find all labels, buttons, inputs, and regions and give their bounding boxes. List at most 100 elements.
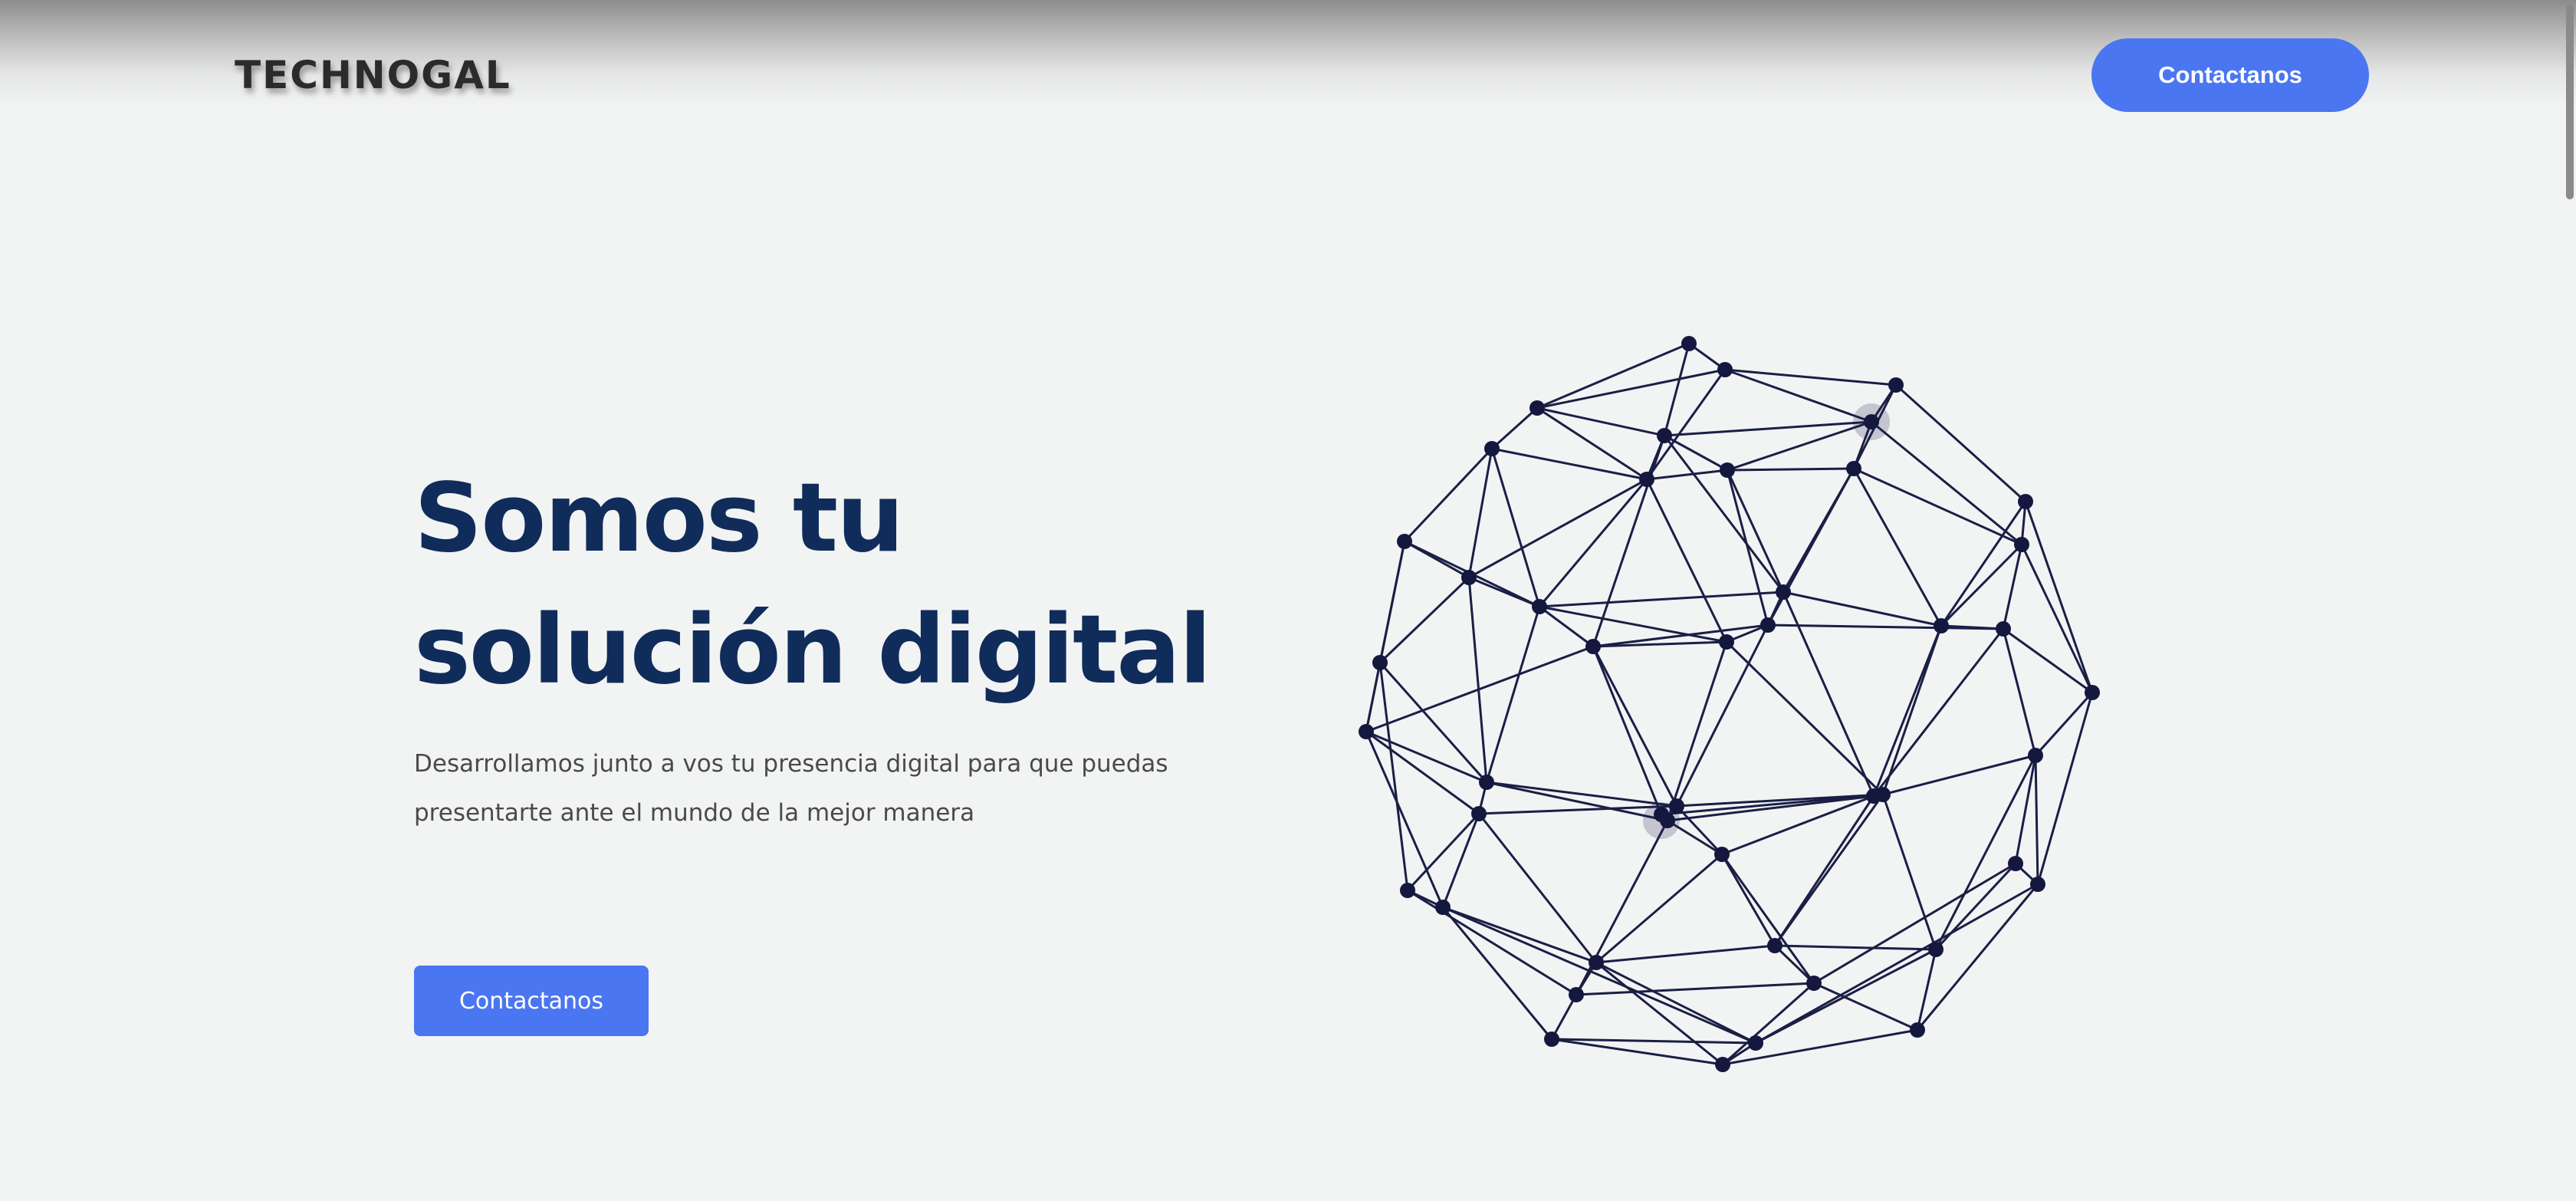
- globe-edge: [1940, 501, 2027, 627]
- globe-edge: [1894, 383, 2027, 503]
- globe-node: [2030, 877, 2045, 892]
- globe-edge: [1663, 343, 1691, 436]
- globe-node: [1717, 362, 1733, 377]
- landing-page: TECHNOGAL Contactanos Somos tu solución …: [0, 0, 2576, 1201]
- globe-edge: [1538, 479, 1648, 607]
- globe-node: [1776, 584, 1791, 600]
- globe-edge: [1664, 420, 1872, 437]
- globe-edge: [2002, 544, 2023, 630]
- wireframe-globe-icon: [1359, 336, 2100, 1072]
- globe-node: [1714, 847, 1730, 862]
- globe-node: [1471, 806, 1487, 821]
- globe-edge: [1592, 646, 1663, 815]
- hero-contact-button[interactable]: Contactanos: [414, 966, 649, 1036]
- scrollbar-thumb[interactable]: [2566, 5, 2574, 199]
- globe-edge: [1595, 961, 1756, 1045]
- globe-edge: [1666, 641, 1728, 821]
- hero-subtitle: Desarrollamos junto a vos tu presencia d…: [414, 739, 1257, 837]
- globe-edge: [1536, 342, 1690, 410]
- globe-edge: [1378, 662, 1488, 783]
- globe-edge: [1595, 944, 1776, 964]
- globe-node: [1397, 534, 1412, 549]
- globe-edge: [1773, 794, 1884, 946]
- page-scrollbar[interactable]: [2562, 0, 2576, 1201]
- globe-node: [1639, 472, 1654, 487]
- globe-edge: [1467, 577, 1488, 783]
- hero-subtitle-line-2: presentarte ante el mundo de la mejor ma…: [414, 799, 975, 827]
- globe-edge: [1485, 606, 1541, 783]
- globe-edge: [1441, 813, 1480, 908]
- globe-node: [2014, 537, 2029, 552]
- globe-edge: [1646, 469, 1728, 481]
- globe-edge: [2014, 755, 2037, 864]
- globe-node: [1934, 618, 1949, 633]
- globe-edge: [1783, 591, 1942, 627]
- globe-edge: [1725, 640, 1884, 796]
- globe-edge: [1881, 625, 1943, 795]
- globe-edge: [1468, 478, 1648, 579]
- globe-edge: [1365, 645, 1594, 733]
- globe-node: [2028, 748, 2043, 763]
- globe-edge: [1592, 646, 1678, 807]
- globe-node: [1359, 724, 1374, 739]
- globe-node: [1669, 798, 1684, 814]
- globe-edge: [1720, 854, 1815, 984]
- globe-edge: [1813, 862, 2016, 985]
- globe-edge: [1773, 944, 1815, 985]
- globe-edge: [2024, 501, 2094, 693]
- globe-edge: [1595, 853, 1723, 964]
- globe-edge: [1468, 576, 1540, 608]
- globe-edge: [1774, 944, 1937, 951]
- globe-node: [1846, 461, 1861, 476]
- globe-edge: [1575, 820, 1669, 995]
- globe-edge: [1663, 435, 1785, 593]
- globe-edge: [1724, 368, 1872, 423]
- globe-node: [1888, 377, 1904, 393]
- globe-node: [1806, 976, 1822, 991]
- globe-edge: [1442, 906, 1756, 1045]
- globe-node: [2008, 856, 2023, 871]
- globe-edge: [1490, 448, 1541, 607]
- globe-node: [1435, 900, 1451, 915]
- globe-mesh-lines: [1365, 342, 2094, 1066]
- globe-edge: [1664, 434, 1728, 472]
- hero-title: Somos tu solución digital: [414, 452, 1257, 716]
- globe-node: [1530, 400, 1545, 416]
- globe-edge: [1539, 605, 1727, 643]
- globe-node: [1720, 462, 1735, 478]
- globe-node: [1585, 639, 1601, 654]
- hero-title-line-2: solución digital: [414, 595, 1211, 706]
- globe-edge: [1872, 625, 1943, 797]
- globe-node: [1461, 570, 1477, 585]
- globe-edge: [1724, 368, 1897, 387]
- hero-title-line-1: Somos tu: [414, 463, 904, 574]
- globe-node: [1372, 655, 1388, 670]
- globe-edge: [1853, 467, 2022, 546]
- globe-node: [1715, 1057, 1730, 1072]
- globe-edge: [1645, 479, 1728, 643]
- globe-node: [1657, 428, 1672, 443]
- globe-edge: [1782, 591, 1875, 797]
- globe-node: [1875, 787, 1891, 802]
- globe-edge: [1727, 467, 1855, 472]
- globe-node: [1589, 955, 1604, 970]
- globe-edge: [1882, 754, 2036, 796]
- globe-node: [1910, 1022, 1925, 1038]
- globe-node: [1544, 1032, 1559, 1047]
- globe-node: [1748, 1035, 1763, 1051]
- globe-edge: [1551, 1038, 1756, 1045]
- globe-edge: [1813, 982, 1918, 1032]
- globe-node: [1996, 621, 2011, 637]
- globe-edge: [1720, 854, 1776, 946]
- header-contact-button[interactable]: Contactanos: [2091, 38, 2369, 112]
- globe-edge: [1940, 543, 2023, 627]
- globe-node: [1400, 883, 1415, 898]
- globe-edge: [2020, 544, 2094, 693]
- globe-edge: [1766, 468, 1855, 626]
- technogal-logo[interactable]: TECHNOGAL: [235, 52, 511, 98]
- globe-node: [2018, 494, 2033, 509]
- globe-edge: [1872, 628, 2005, 797]
- globe-node: [1719, 634, 1734, 650]
- globe-node: [1864, 414, 1879, 429]
- globe-edge: [1722, 982, 1815, 1066]
